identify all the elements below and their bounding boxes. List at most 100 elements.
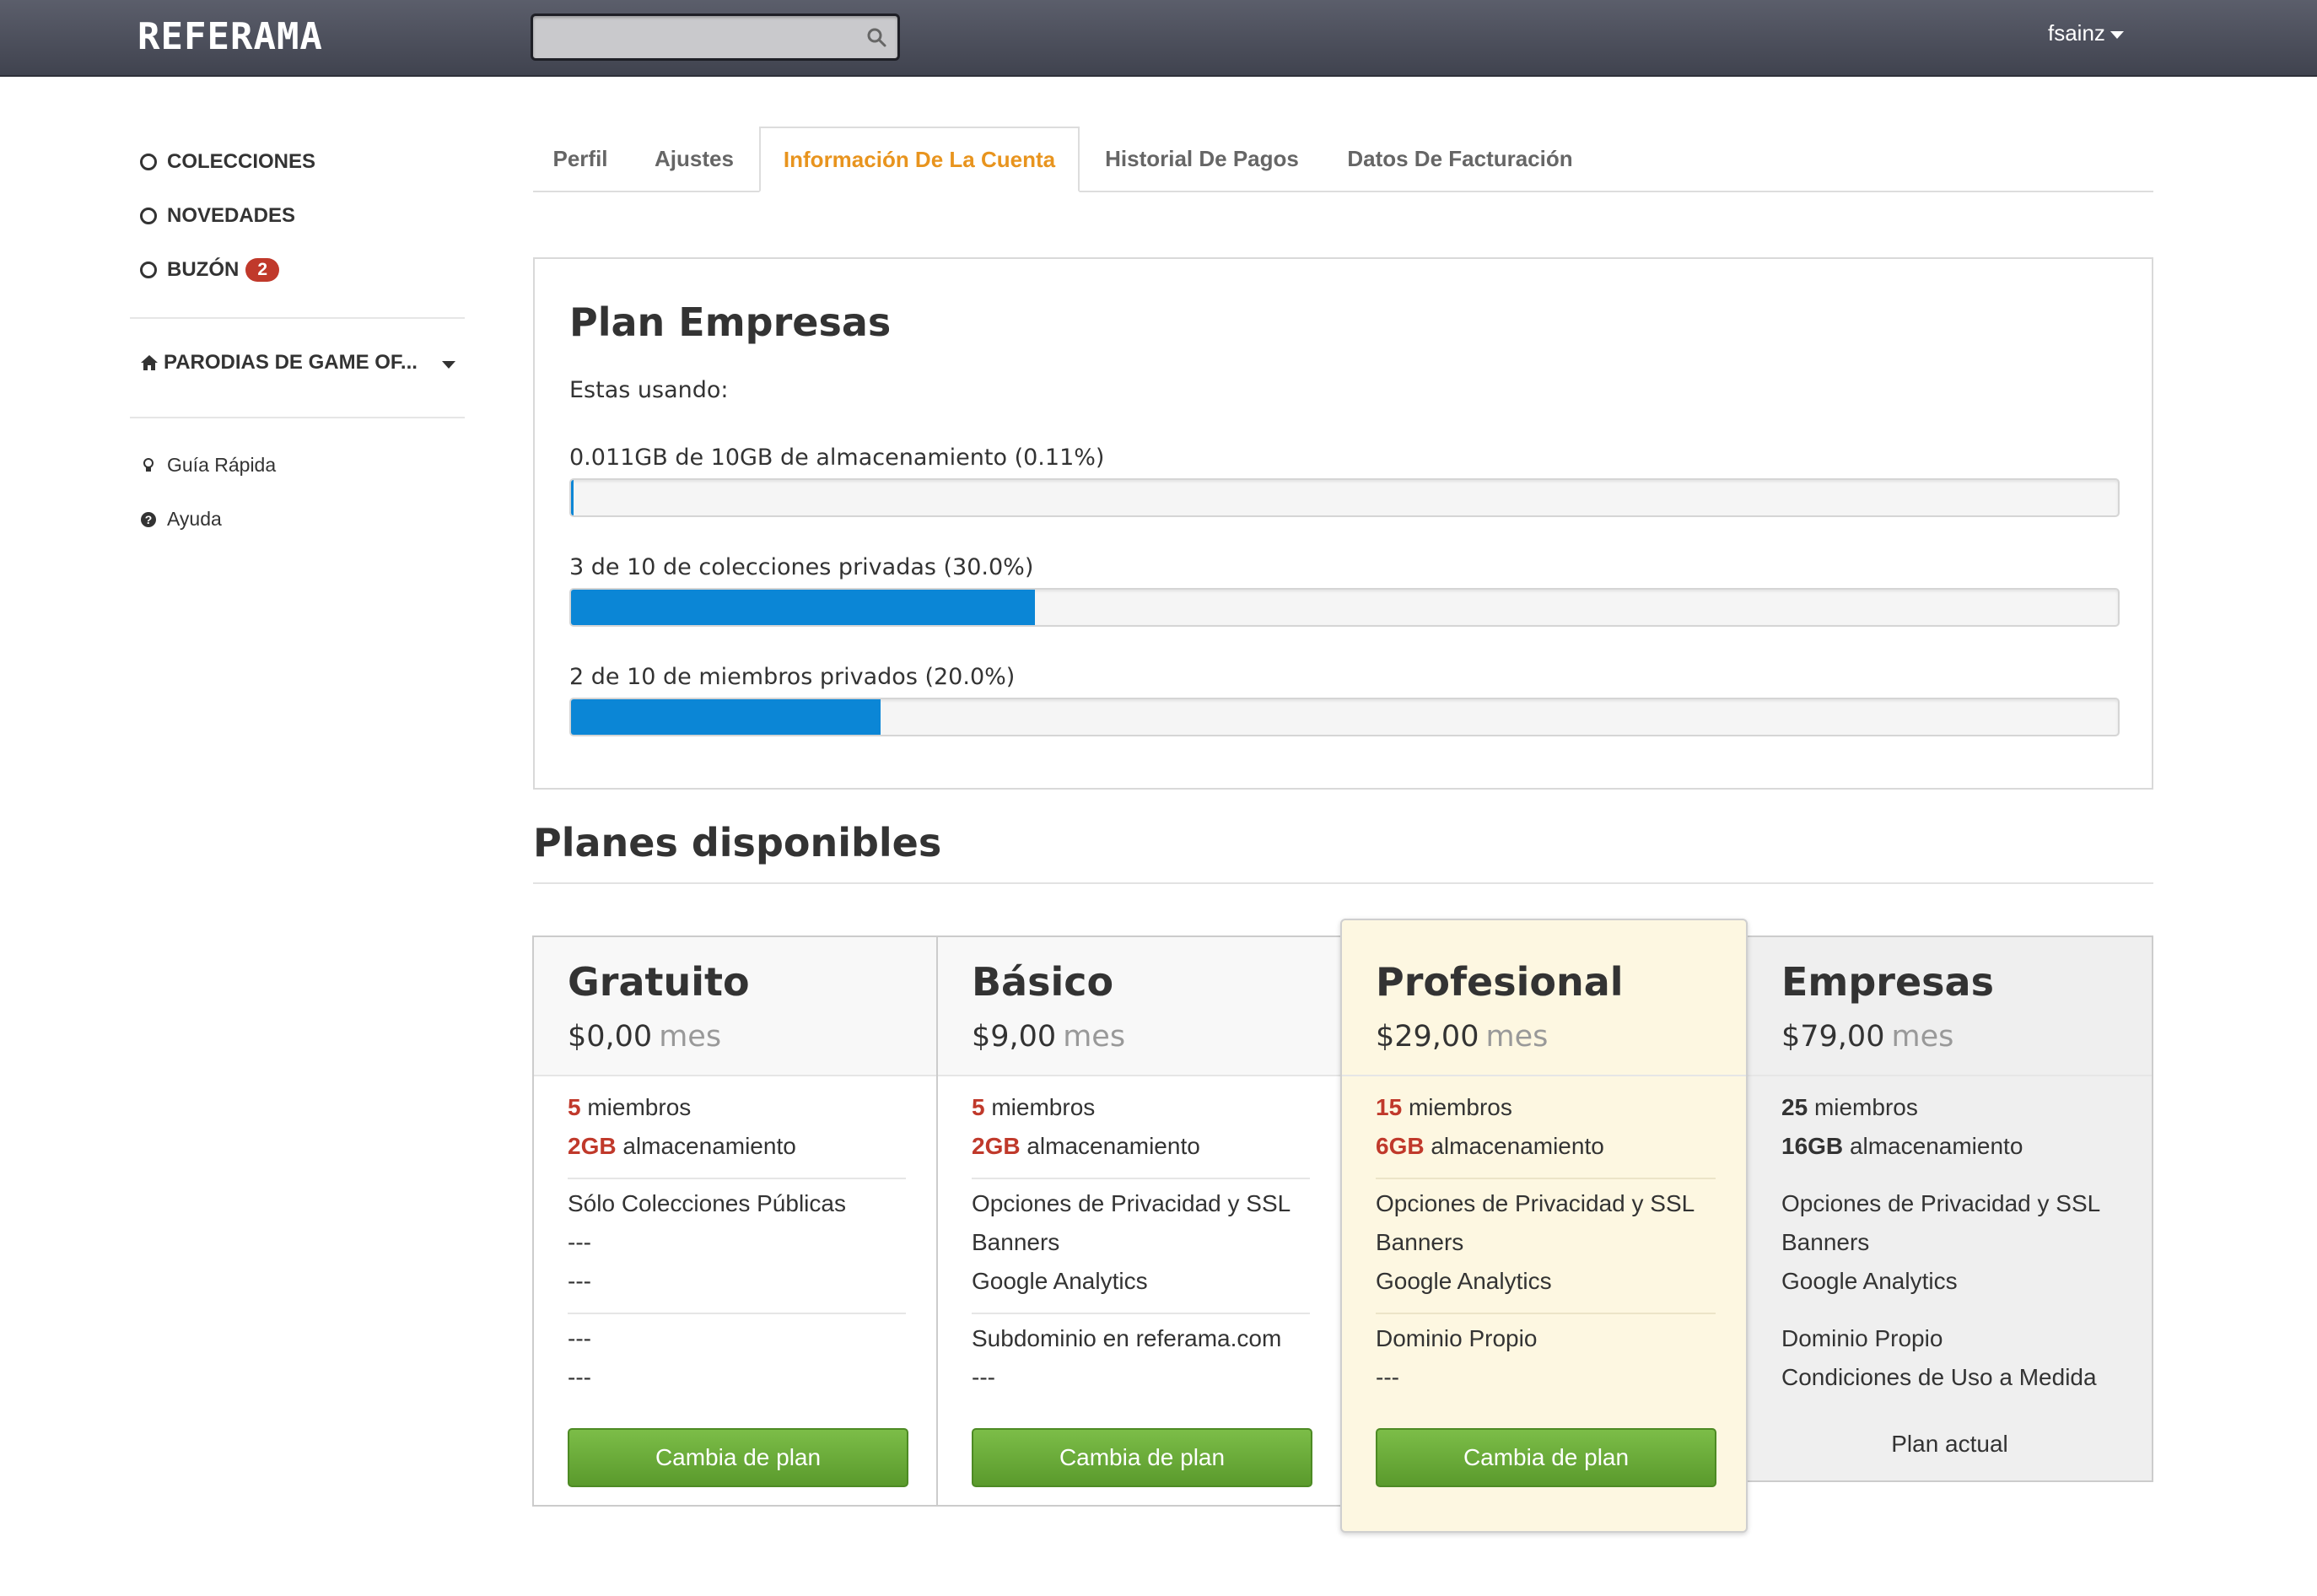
plan-feature: Dominio Propio xyxy=(1376,1325,1538,1351)
search-icon[interactable] xyxy=(865,26,887,48)
plan-card-empresas: Empresas $79,00 mes 25 miembros 16GB alma… xyxy=(1746,935,2153,1482)
sidebar-link-ayuda[interactable]: ? Ayuda xyxy=(140,508,222,531)
plan-feature: --- xyxy=(972,1364,995,1390)
plan-feature: Sólo Colecciones Públicas xyxy=(568,1190,846,1216)
members-text: miembros xyxy=(1813,1094,1918,1120)
plan-storage: 2GB almacenamiento xyxy=(568,1133,796,1160)
members-text: miembros xyxy=(991,1094,1096,1120)
tab-datos-facturacion[interactable]: Datos De Facturación xyxy=(1329,127,1591,191)
sidebar-link-guia-rapida[interactable]: Guía Rápida xyxy=(140,454,276,477)
app-logo[interactable]: REFERAMA xyxy=(137,15,323,58)
plan-feature: Opciones de Privacidad y SSL xyxy=(1781,1190,2101,1216)
plan-name: Básico xyxy=(972,959,1114,1005)
circle-icon xyxy=(140,208,157,224)
home-icon xyxy=(141,355,158,370)
price-amount: $0,00 xyxy=(568,1020,653,1054)
tab-informacion-cuenta[interactable]: Información De La Cuenta xyxy=(759,127,1080,192)
plan-price: $79,00 mes xyxy=(1781,1020,1953,1054)
tab-perfil[interactable]: Perfil xyxy=(533,127,628,191)
progress-fill xyxy=(571,699,881,735)
plan-feature: Banners xyxy=(972,1229,1060,1255)
members-text: miembros xyxy=(1408,1094,1512,1120)
storage-text: almacenamiento xyxy=(1431,1133,1604,1159)
plan-name: Empresas xyxy=(1781,959,1994,1005)
plan-feature: --- xyxy=(568,1229,591,1255)
collection-selector[interactable]: PARODIAS DE GAME OF... xyxy=(140,351,461,375)
plan-storage: 2GB almacenamiento xyxy=(972,1133,1200,1160)
plan-card-header: Gratuito $0,00 mes xyxy=(534,937,936,1076)
plan-card-header: Profesional $29,00 mes xyxy=(1342,937,1746,1076)
collection-name: PARODIAS DE GAME OF... xyxy=(164,351,418,374)
change-plan-button[interactable]: Cambia de plan xyxy=(1376,1428,1716,1487)
sidebar-item-buzon[interactable]: BUZÓN 2 xyxy=(140,253,280,287)
members-count: 25 xyxy=(1781,1094,1808,1120)
tab-ajustes[interactable]: Ajustes xyxy=(639,127,749,191)
sidebar-divider xyxy=(130,417,465,418)
plan-price: $29,00 mes xyxy=(1376,1020,1548,1054)
sidebar-item-novedades[interactable]: NOVEDADES xyxy=(140,199,295,233)
plan-feature: Google Analytics xyxy=(1376,1268,1552,1294)
chevron-down-icon[interactable] xyxy=(442,361,455,369)
progress-fill xyxy=(571,590,1036,625)
plan-card-header: Básico $9,00 mes xyxy=(938,937,1340,1076)
top-navbar: REFERAMA fsainz xyxy=(0,0,2317,77)
feature-divider xyxy=(1376,1313,1716,1314)
tab-historial-pagos[interactable]: Historial De Pagos xyxy=(1091,127,1312,191)
members-count: 15 xyxy=(1376,1094,1403,1120)
plan-storage: 16GB almacenamiento xyxy=(1781,1133,2023,1160)
plan-feature: --- xyxy=(568,1325,591,1351)
plan-feature: Google Analytics xyxy=(972,1268,1148,1294)
sidebar-item-colecciones[interactable]: COLECCIONES xyxy=(140,145,315,179)
plan-storage: 6GB almacenamiento xyxy=(1376,1133,1604,1160)
search-box[interactable] xyxy=(531,13,900,61)
price-period: mes xyxy=(1063,1020,1126,1054)
sidebar-item-label: NOVEDADES xyxy=(167,204,296,227)
price-period: mes xyxy=(659,1020,722,1054)
storage-usage-label: 0.011GB de 10GB de almacenamiento (0.11%… xyxy=(569,445,1105,471)
progress-fill xyxy=(571,480,574,515)
storage-progress-bar xyxy=(569,478,2120,517)
plan-price: $0,00 mes xyxy=(568,1020,721,1054)
plan-members: 15 miembros xyxy=(1376,1094,1512,1121)
feature-divider xyxy=(972,1178,1310,1179)
feature-divider xyxy=(568,1178,906,1179)
plan-feature: --- xyxy=(568,1364,591,1390)
circle-icon xyxy=(140,154,157,170)
plan-feature: --- xyxy=(1376,1364,1399,1390)
sidebar-item-label: COLECCIONES xyxy=(167,150,316,173)
plan-card-gratuito: Gratuito $0,00 mes 5 miembros 2GB almacen… xyxy=(532,935,938,1507)
change-plan-button[interactable]: Cambia de plan xyxy=(972,1428,1312,1487)
sidebar-link-label: Ayuda xyxy=(167,508,222,530)
plan-name: Gratuito xyxy=(568,959,750,1005)
sidebar-link-label: Guía Rápida xyxy=(167,454,277,476)
plan-members: 25 miembros xyxy=(1781,1094,1918,1121)
price-period: mes xyxy=(1485,1020,1549,1054)
chevron-down-icon xyxy=(2110,30,2124,39)
user-menu[interactable]: fsainz xyxy=(2048,20,2124,46)
price-period: mes xyxy=(1891,1020,1954,1054)
username: fsainz xyxy=(2048,20,2105,46)
plan-card-profesional: Profesional $29,00 mes 15 miembros 6GB al… xyxy=(1340,919,1748,1533)
storage-text: almacenamiento xyxy=(622,1133,796,1159)
storage-amount: 6GB xyxy=(1376,1133,1425,1159)
usage-intro: Estas usando: xyxy=(569,377,729,403)
section-divider xyxy=(533,882,2153,884)
members-count: 5 xyxy=(568,1094,581,1120)
price-amount: $79,00 xyxy=(1781,1020,1885,1054)
collections-progress-bar xyxy=(569,588,2120,627)
plan-price: $9,00 mes xyxy=(972,1020,1125,1054)
plan-card-basico: Básico $9,00 mes 5 miembros 2GB almacenam… xyxy=(936,935,1342,1507)
search-input[interactable] xyxy=(533,16,869,58)
plan-feature: Banners xyxy=(1781,1229,1870,1255)
account-tabs: Perfil Ajustes Información De La Cuenta … xyxy=(533,127,2153,192)
members-usage-label: 2 de 10 de miembros privados (20.0%) xyxy=(569,664,1016,690)
feature-divider xyxy=(568,1313,906,1314)
storage-text: almacenamiento xyxy=(1026,1133,1200,1159)
change-plan-button[interactable]: Cambia de plan xyxy=(568,1428,908,1487)
sidebar-divider xyxy=(130,317,465,319)
question-icon: ? xyxy=(141,511,156,527)
members-text: miembros xyxy=(587,1094,692,1120)
plan-feature: Opciones de Privacidad y SSL xyxy=(1376,1190,1695,1216)
price-amount: $29,00 xyxy=(1376,1020,1479,1054)
plans-section-title: Planes disponibles xyxy=(533,820,942,865)
